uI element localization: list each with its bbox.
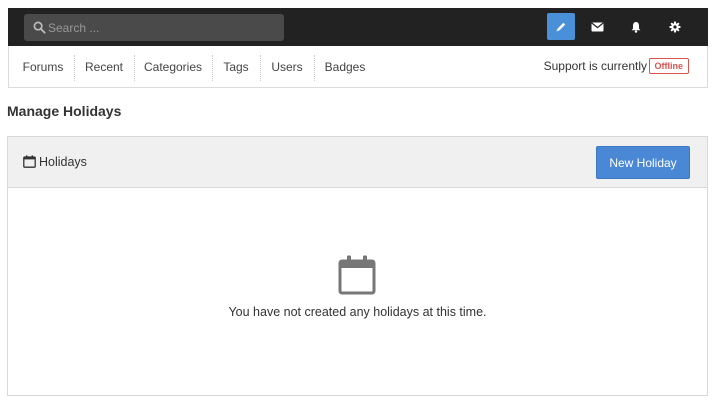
nav-divider (74, 55, 75, 81)
nav-bar: Forums Recent Categories Tags Users Badg… (8, 46, 708, 88)
settings-button[interactable] (661, 13, 689, 40)
nav-item-categories[interactable]: Categories (139, 52, 207, 82)
nav-item-forums[interactable]: Forums (17, 52, 69, 82)
search-input[interactable] (48, 14, 278, 41)
status-badge: Offline (648, 58, 689, 74)
nav-divider (314, 55, 315, 81)
nav-divider (212, 55, 213, 81)
pencil-icon (556, 22, 566, 31)
page-title: Manage Holidays (7, 103, 122, 119)
new-holiday-button[interactable]: New Holiday (596, 146, 690, 179)
compose-button[interactable] (547, 13, 575, 40)
nav-divider (134, 55, 135, 81)
nav-item-tags[interactable]: Tags (217, 52, 255, 82)
search-box[interactable] (24, 14, 284, 41)
bell-icon (631, 21, 641, 33)
messages-button[interactable] (583, 13, 611, 40)
support-status-text: Support is currently (543, 59, 647, 73)
panel-header: Holidays New Holiday (8, 137, 707, 188)
nav-item-badges[interactable]: Badges (319, 52, 371, 82)
search-icon (33, 21, 46, 34)
top-bar (8, 8, 708, 46)
envelope-icon (590, 22, 604, 31)
nav-item-users[interactable]: Users (265, 52, 309, 82)
nav-item-recent[interactable]: Recent (79, 52, 129, 82)
calendar-icon (23, 155, 36, 168)
empty-state-message: You have not created any holidays at thi… (228, 305, 487, 319)
holidays-panel: Holidays New Holiday You have not create… (7, 136, 708, 396)
notifications-button[interactable] (622, 13, 650, 40)
gear-icon (669, 21, 681, 32)
calendar-icon (338, 255, 376, 295)
panel-title: Holidays (39, 155, 87, 169)
nav-divider (260, 55, 261, 81)
